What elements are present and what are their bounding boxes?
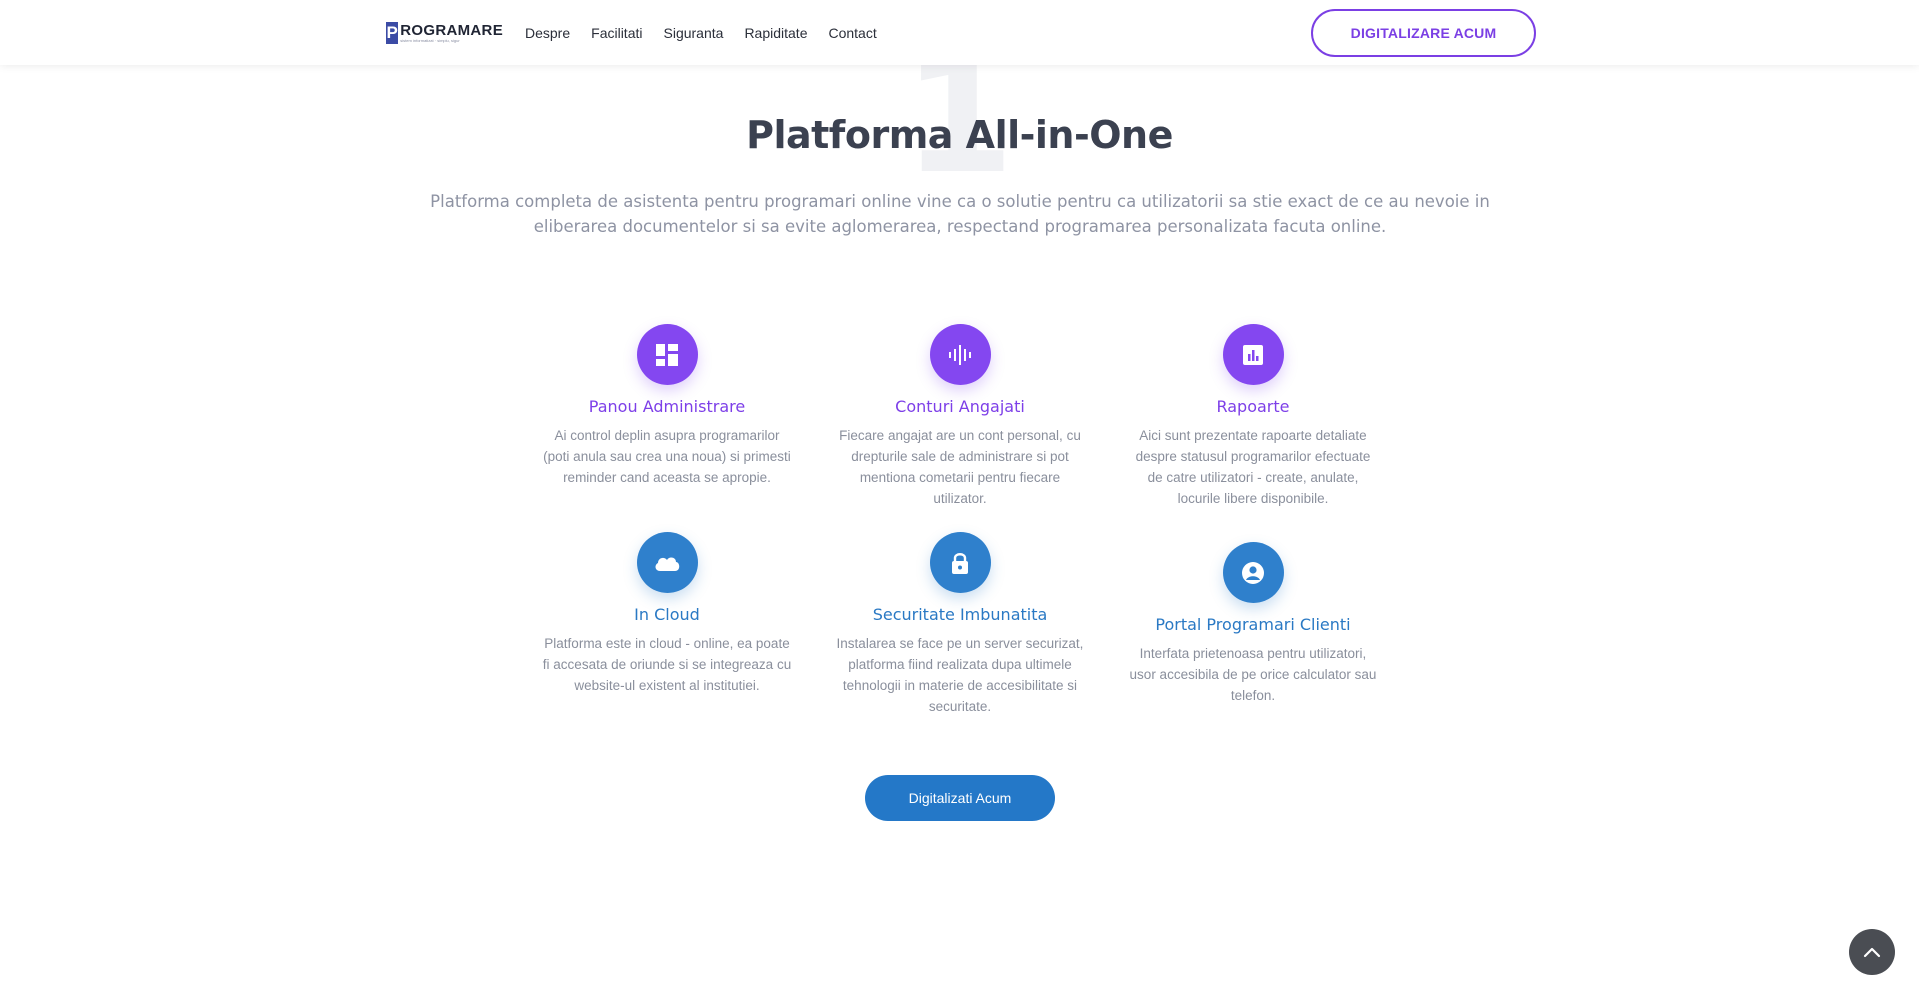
logo[interactable]: P ROGRAMARE sistem informatizat · simplu… (386, 20, 503, 46)
feature-text: Instalarea se face pe un server securiza… (836, 636, 1084, 714)
section-title: Platforma All-in-One (746, 113, 1173, 157)
feature-title: Conturi Angajati (895, 397, 1025, 416)
logo-word: ROGRAMARE (400, 21, 503, 39)
feature-portal-clienti: Portal Programari Clienti Interfata prie… (1123, 542, 1383, 706)
feature-text: Ai control deplin asupra programarilor (… (543, 428, 791, 485)
digitalizati-acum-button[interactable]: Digitalizati Acum (865, 775, 1055, 821)
feature-text: Interfata prietenoasa pentru utilizatori… (1129, 646, 1377, 703)
report-chart-icon (1222, 324, 1284, 385)
feature-text: Platforma este in cloud - online, ea poa… (542, 636, 792, 693)
feature-title: Securitate Imbunatita (872, 605, 1048, 624)
site-header: P ROGRAMARE sistem informatizat · simplu… (0, 0, 1919, 65)
feature-conturi-angajati: Conturi Angajati Fiecare angajat are un … (830, 324, 1090, 509)
main-nav: Despre Facilitati Siguranta Rapiditate C… (525, 24, 898, 42)
nav-siguranta[interactable]: Siguranta (664, 24, 724, 42)
feature-panou-administrare: Panou Administrare Ai control deplin asu… (537, 324, 797, 488)
user-circle-icon (1222, 542, 1284, 603)
dashboard-icon (636, 324, 698, 385)
digitalizare-acum-button[interactable]: DIGITALIZARE ACUM (1311, 9, 1536, 57)
cloud-icon (636, 532, 698, 593)
feature-title: In Cloud (634, 605, 700, 624)
feature-title: Portal Programari Clienti (1155, 615, 1351, 634)
logo-mark: P (386, 22, 399, 44)
voice-wave-icon (929, 324, 991, 385)
nav-facilitati[interactable]: Facilitati (591, 24, 642, 42)
scroll-to-top-button[interactable] (1849, 929, 1895, 975)
logo-tagline: sistem informatizat · simplu, sigur (400, 37, 460, 43)
nav-despre[interactable]: Despre (525, 24, 570, 42)
feature-in-cloud: In Cloud Platforma este in cloud - onlin… (537, 532, 797, 696)
feature-securitate: Securitate Imbunatita Instalarea se face… (830, 532, 1090, 717)
nav-rapiditate[interactable]: Rapiditate (744, 24, 807, 42)
feature-rapoarte: Rapoarte Aici sunt prezentate rapoarte d… (1123, 324, 1383, 509)
feature-title: Rapoarte (1216, 397, 1290, 416)
feature-text: Aici sunt prezentate rapoarte detaliate … (1135, 428, 1371, 506)
chevron-up-icon (1863, 947, 1881, 958)
nav-contact[interactable]: Contact (828, 24, 876, 42)
feature-text: Fiecare angajat are un cont personal, cu… (839, 428, 1081, 506)
feature-title: Panou Administrare (588, 397, 746, 416)
lock-icon (929, 532, 991, 593)
